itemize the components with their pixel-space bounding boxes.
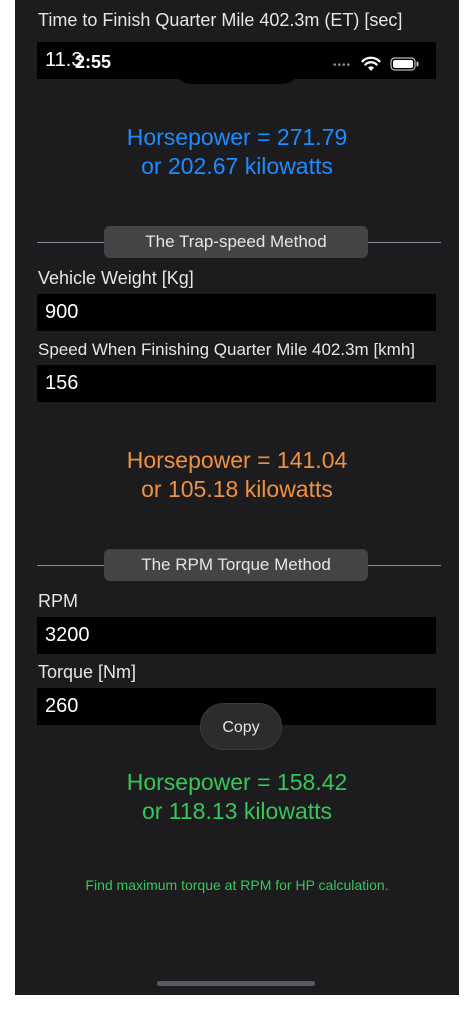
copy-button[interactable]: Copy xyxy=(200,703,282,750)
torque-note: Find maximum torque at RPM for HP calcul… xyxy=(85,877,389,893)
status-time: 2:55 xyxy=(75,52,112,72)
notch xyxy=(170,56,303,84)
weight-label: Vehicle Weight [Kg] xyxy=(38,268,194,288)
trap-result-hp: Horsepower = 141.04 xyxy=(126,447,348,473)
et-time-label: Time to Finish Quarter Mile 402.3m (ET) … xyxy=(38,10,403,30)
rpm-label: RPM xyxy=(38,591,78,611)
home-indicator[interactable] xyxy=(157,981,315,986)
speed-field[interactable]: 156 xyxy=(37,365,436,402)
wifi-icon xyxy=(361,56,381,71)
trap-method-title: The Trap-speed Method xyxy=(104,226,368,258)
app-screen: Time to Finish Quarter Mile 402.3m (ET) … xyxy=(15,0,459,995)
weight-field[interactable]: 900 xyxy=(37,294,436,331)
et-result-hp: Horsepower = 271.79 xyxy=(126,124,348,150)
signal-dots-icon: •••• xyxy=(333,60,352,71)
rpm-result-hp: Horsepower = 158.42 xyxy=(126,769,348,795)
battery-icon xyxy=(390,57,419,71)
rpm-result: Horsepower = 158.42 or 118.13 kilowatts xyxy=(15,768,459,826)
trap-result: Horsepower = 141.04 or 105.18 kilowatts xyxy=(15,446,459,504)
et-result-kw: or 202.67 kilowatts xyxy=(141,153,333,179)
et-result: Horsepower = 271.79 or 202.67 kilowatts xyxy=(15,123,459,181)
rpm-field[interactable]: 3200 xyxy=(37,617,436,654)
rpm-method-title: The RPM Torque Method xyxy=(104,549,368,581)
torque-label: Torque [Nm] xyxy=(38,662,137,682)
speed-label: Speed When Finishing Quarter Mile 402.3m… xyxy=(38,340,416,359)
trap-result-kw: or 105.18 kilowatts xyxy=(141,476,333,502)
rpm-result-kw: or 118.13 kilowatts xyxy=(141,798,333,824)
